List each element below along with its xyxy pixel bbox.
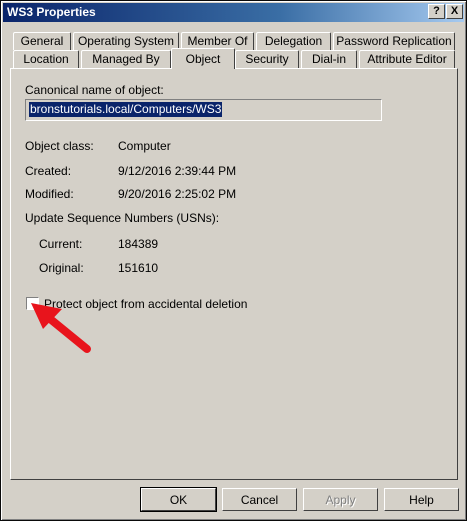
tab-operating-system[interactable]: Operating System bbox=[73, 32, 179, 50]
close-icon: X bbox=[450, 5, 459, 17]
title-bar[interactable]: WS3 Properties bbox=[3, 3, 464, 22]
tab-object[interactable]: Object bbox=[171, 48, 235, 69]
tab-delegation[interactable]: Delegation bbox=[256, 32, 331, 50]
tab-general[interactable]: General bbox=[13, 32, 71, 50]
close-button[interactable]: X bbox=[446, 4, 463, 19]
tab-attribute-editor[interactable]: Attribute Editor bbox=[359, 50, 455, 68]
tab-dial-in[interactable]: Dial-in bbox=[301, 50, 357, 68]
apply-button[interactable]: Apply bbox=[303, 488, 378, 511]
tab-security[interactable]: Security bbox=[235, 50, 299, 68]
tab-managed-by[interactable]: Managed By bbox=[81, 50, 171, 68]
help-button[interactable]: Help bbox=[384, 488, 459, 511]
tab-panel bbox=[10, 68, 458, 480]
help-icon: ? bbox=[433, 5, 440, 17]
tab-password-replication[interactable]: Password Replication bbox=[333, 32, 455, 50]
tab-location[interactable]: Location bbox=[13, 50, 79, 68]
help-title-button[interactable]: ? bbox=[428, 4, 445, 19]
cancel-button[interactable]: Cancel bbox=[222, 488, 297, 511]
window-title: WS3 Properties bbox=[7, 5, 96, 19]
ok-button[interactable]: OK bbox=[140, 487, 217, 512]
properties-dialog: WS3 Properties ? X General Operating Sys… bbox=[0, 0, 467, 521]
